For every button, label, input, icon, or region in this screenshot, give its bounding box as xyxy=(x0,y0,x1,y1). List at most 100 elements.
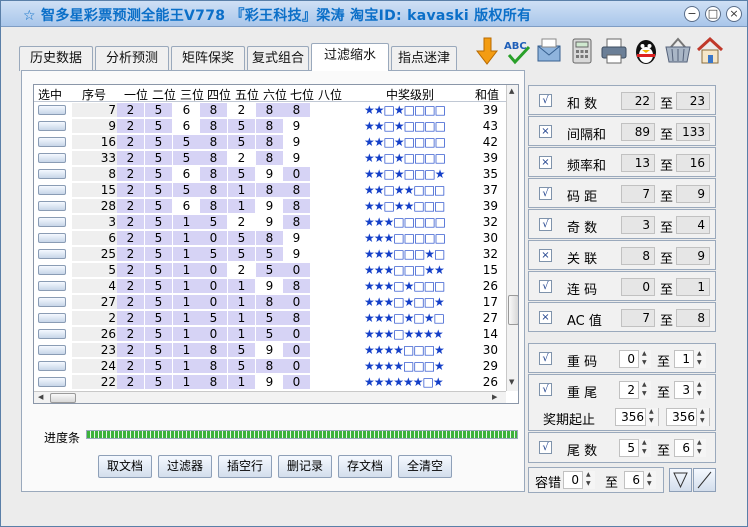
filter-max-spinner[interactable] xyxy=(693,439,706,457)
row-select-checkbox[interactable] xyxy=(38,361,66,371)
tab-matrix[interactable]: 矩阵保奖 xyxy=(171,46,245,71)
filter-min-input[interactable]: 0 xyxy=(621,278,655,296)
table-row[interactable]: 26 2 5 1 0 1 5 0 ★★★□★★★★ 14 xyxy=(34,327,506,341)
row-select-checkbox[interactable] xyxy=(38,185,66,195)
basket-icon[interactable] xyxy=(663,35,693,67)
table-row[interactable]: 3 2 5 1 5 2 9 8 ★★★□□□□□ 32 xyxy=(34,215,506,229)
filter-button[interactable]: 过滤器 xyxy=(158,455,212,478)
filter-checkbox[interactable]: × xyxy=(539,311,552,324)
printer-icon[interactable] xyxy=(599,35,629,67)
filter-min-spinner[interactable] xyxy=(638,350,651,368)
filter-max-input[interactable]: 9 xyxy=(676,185,710,203)
row-select-checkbox[interactable] xyxy=(38,329,66,339)
col-header[interactable]: 七位 xyxy=(290,86,314,103)
row-select-checkbox[interactable] xyxy=(38,265,66,275)
filter-min-input[interactable]: 8 xyxy=(621,247,655,265)
filter-checkbox[interactable]: × xyxy=(539,125,552,138)
period-from-spinner[interactable] xyxy=(645,408,658,426)
filter-max-input[interactable]: 1 xyxy=(676,278,710,296)
row-select-checkbox[interactable] xyxy=(38,377,66,387)
filter-max-input[interactable]: 23 xyxy=(676,92,710,110)
row-select-checkbox[interactable] xyxy=(38,233,66,243)
filter-max-input[interactable]: 9 xyxy=(676,247,710,265)
period-to-spinner[interactable] xyxy=(696,408,709,426)
filter-max-spinner[interactable] xyxy=(693,381,706,399)
col-header[interactable]: 三位 xyxy=(180,86,204,103)
filter-checkbox[interactable]: √ xyxy=(539,94,552,107)
row-select-checkbox[interactable] xyxy=(38,137,66,147)
filter-checkbox[interactable]: × xyxy=(539,249,552,262)
table-row[interactable]: 16 2 5 5 8 5 8 9 ★★□★□□□□ 42 xyxy=(34,135,506,149)
col-header[interactable]: 二位 xyxy=(152,86,176,103)
row-select-checkbox[interactable] xyxy=(38,281,66,291)
row-select-checkbox[interactable] xyxy=(38,201,66,211)
col-header[interactable]: 一位 xyxy=(124,86,148,103)
horizontal-scrollbar[interactable]: ◀ ▶ xyxy=(34,391,506,403)
minimize-button[interactable]: − xyxy=(684,6,700,22)
row-select-checkbox[interactable] xyxy=(38,249,66,259)
tolerance-from-spinner[interactable] xyxy=(582,471,595,489)
delete-record-button[interactable]: 删记录 xyxy=(278,455,332,478)
filter-checkbox[interactable]: √ xyxy=(539,441,552,454)
open-doc-button[interactable]: 取文档 xyxy=(98,455,152,478)
vertical-scrollbar[interactable]: ▲ ▼ xyxy=(506,85,518,391)
filter-min-input[interactable]: 7 xyxy=(621,185,655,203)
table-row[interactable]: 4 2 5 1 0 1 9 8 ★★★□★□□□ 26 xyxy=(34,279,506,293)
table-row[interactable]: 6 2 5 1 0 5 8 9 ★★★□□□□□ 30 xyxy=(34,231,506,245)
hscroll-thumb[interactable] xyxy=(50,393,76,403)
filter-checkbox[interactable]: × xyxy=(539,156,552,169)
maximize-button[interactable]: □ xyxy=(705,6,721,22)
scroll-left-icon[interactable]: ◀ xyxy=(38,393,43,401)
arrow-down-icon[interactable] xyxy=(471,35,501,67)
table-row[interactable]: 25 2 5 1 5 5 5 9 ★★★□□□★□ 32 xyxy=(34,247,506,261)
table-row[interactable]: 15 2 5 5 8 1 8 8 ★★□★★□□□ 37 xyxy=(34,183,506,197)
filter-min-input[interactable]: 89 xyxy=(621,123,655,141)
row-select-checkbox[interactable] xyxy=(38,153,66,163)
row-select-checkbox[interactable] xyxy=(38,217,66,227)
filter-max-input[interactable]: 16 xyxy=(676,154,710,172)
insert-row-button[interactable]: 插空行 xyxy=(218,455,272,478)
filter-checkbox[interactable]: √ xyxy=(539,280,552,293)
scroll-up-icon[interactable]: ▲ xyxy=(509,87,514,95)
table-row[interactable]: 33 2 5 5 8 2 8 9 ★★□★□□□□ 39 xyxy=(34,151,506,165)
table-row[interactable]: 22 2 5 1 8 1 9 0 ★★★★★★□★ 26 xyxy=(34,375,506,389)
scroll-down-icon[interactable]: ▼ xyxy=(509,378,514,386)
filter-checkbox[interactable]: √ xyxy=(539,383,552,396)
table-row[interactable]: 8 2 5 6 8 5 9 0 ★★□★□□□★ 35 xyxy=(34,167,506,181)
col-header[interactable]: 选中 xyxy=(38,86,62,103)
filter-max-input[interactable]: 4 xyxy=(676,216,710,234)
row-select-checkbox[interactable] xyxy=(38,297,66,307)
col-header[interactable]: 和值 xyxy=(475,86,499,103)
abc-spell-icon[interactable]: ABC xyxy=(503,35,533,67)
filter-min-input[interactable]: 22 xyxy=(621,92,655,110)
row-select-checkbox[interactable] xyxy=(38,121,66,131)
table-row[interactable]: 28 2 5 6 8 1 9 8 ★★□★★□□□ 39 xyxy=(34,199,506,213)
scroll-right-icon[interactable]: ▶ xyxy=(492,393,497,401)
filter-max-spinner[interactable] xyxy=(693,350,706,368)
filter-min-input[interactable]: 3 xyxy=(621,216,655,234)
save-doc-button[interactable]: 存文档 xyxy=(338,455,392,478)
filter-min-spinner[interactable] xyxy=(638,439,651,457)
clear-all-button[interactable]: 全清空 xyxy=(398,455,452,478)
col-header[interactable]: 六位 xyxy=(263,86,287,103)
table-row[interactable]: 7 2 5 6 8 2 8 8 ★★□★□□□□ 39 xyxy=(34,103,506,117)
mail-icon[interactable] xyxy=(535,35,565,67)
row-select-checkbox[interactable] xyxy=(38,105,66,115)
home-icon[interactable] xyxy=(695,35,725,67)
calculator-icon[interactable] xyxy=(567,35,597,67)
col-header[interactable]: 序号 xyxy=(82,86,106,103)
filter-min-spinner[interactable] xyxy=(638,381,651,399)
scroll-thumb[interactable] xyxy=(508,295,518,325)
filter-max-input[interactable]: 8 xyxy=(676,309,710,327)
line-tool-button[interactable] xyxy=(693,468,716,492)
table-row[interactable]: 2 2 5 1 5 1 5 8 ★★★□★□★□ 27 xyxy=(34,311,506,325)
table-row[interactable]: 9 2 5 6 8 5 8 9 ★★□★□□□□ 43 xyxy=(34,119,506,133)
row-select-checkbox[interactable] xyxy=(38,169,66,179)
col-header[interactable]: 中奖级别 xyxy=(386,86,434,103)
qq-penguin-icon[interactable] xyxy=(631,35,661,67)
col-header[interactable]: 八位 xyxy=(318,86,342,103)
filter-min-input[interactable]: 7 xyxy=(621,309,655,327)
tab-history[interactable]: 历史数据 xyxy=(19,46,93,71)
table-row[interactable]: 5 2 5 1 0 2 5 0 ★★★□□□★★ 15 xyxy=(34,263,506,277)
filter-checkbox[interactable]: √ xyxy=(539,187,552,200)
